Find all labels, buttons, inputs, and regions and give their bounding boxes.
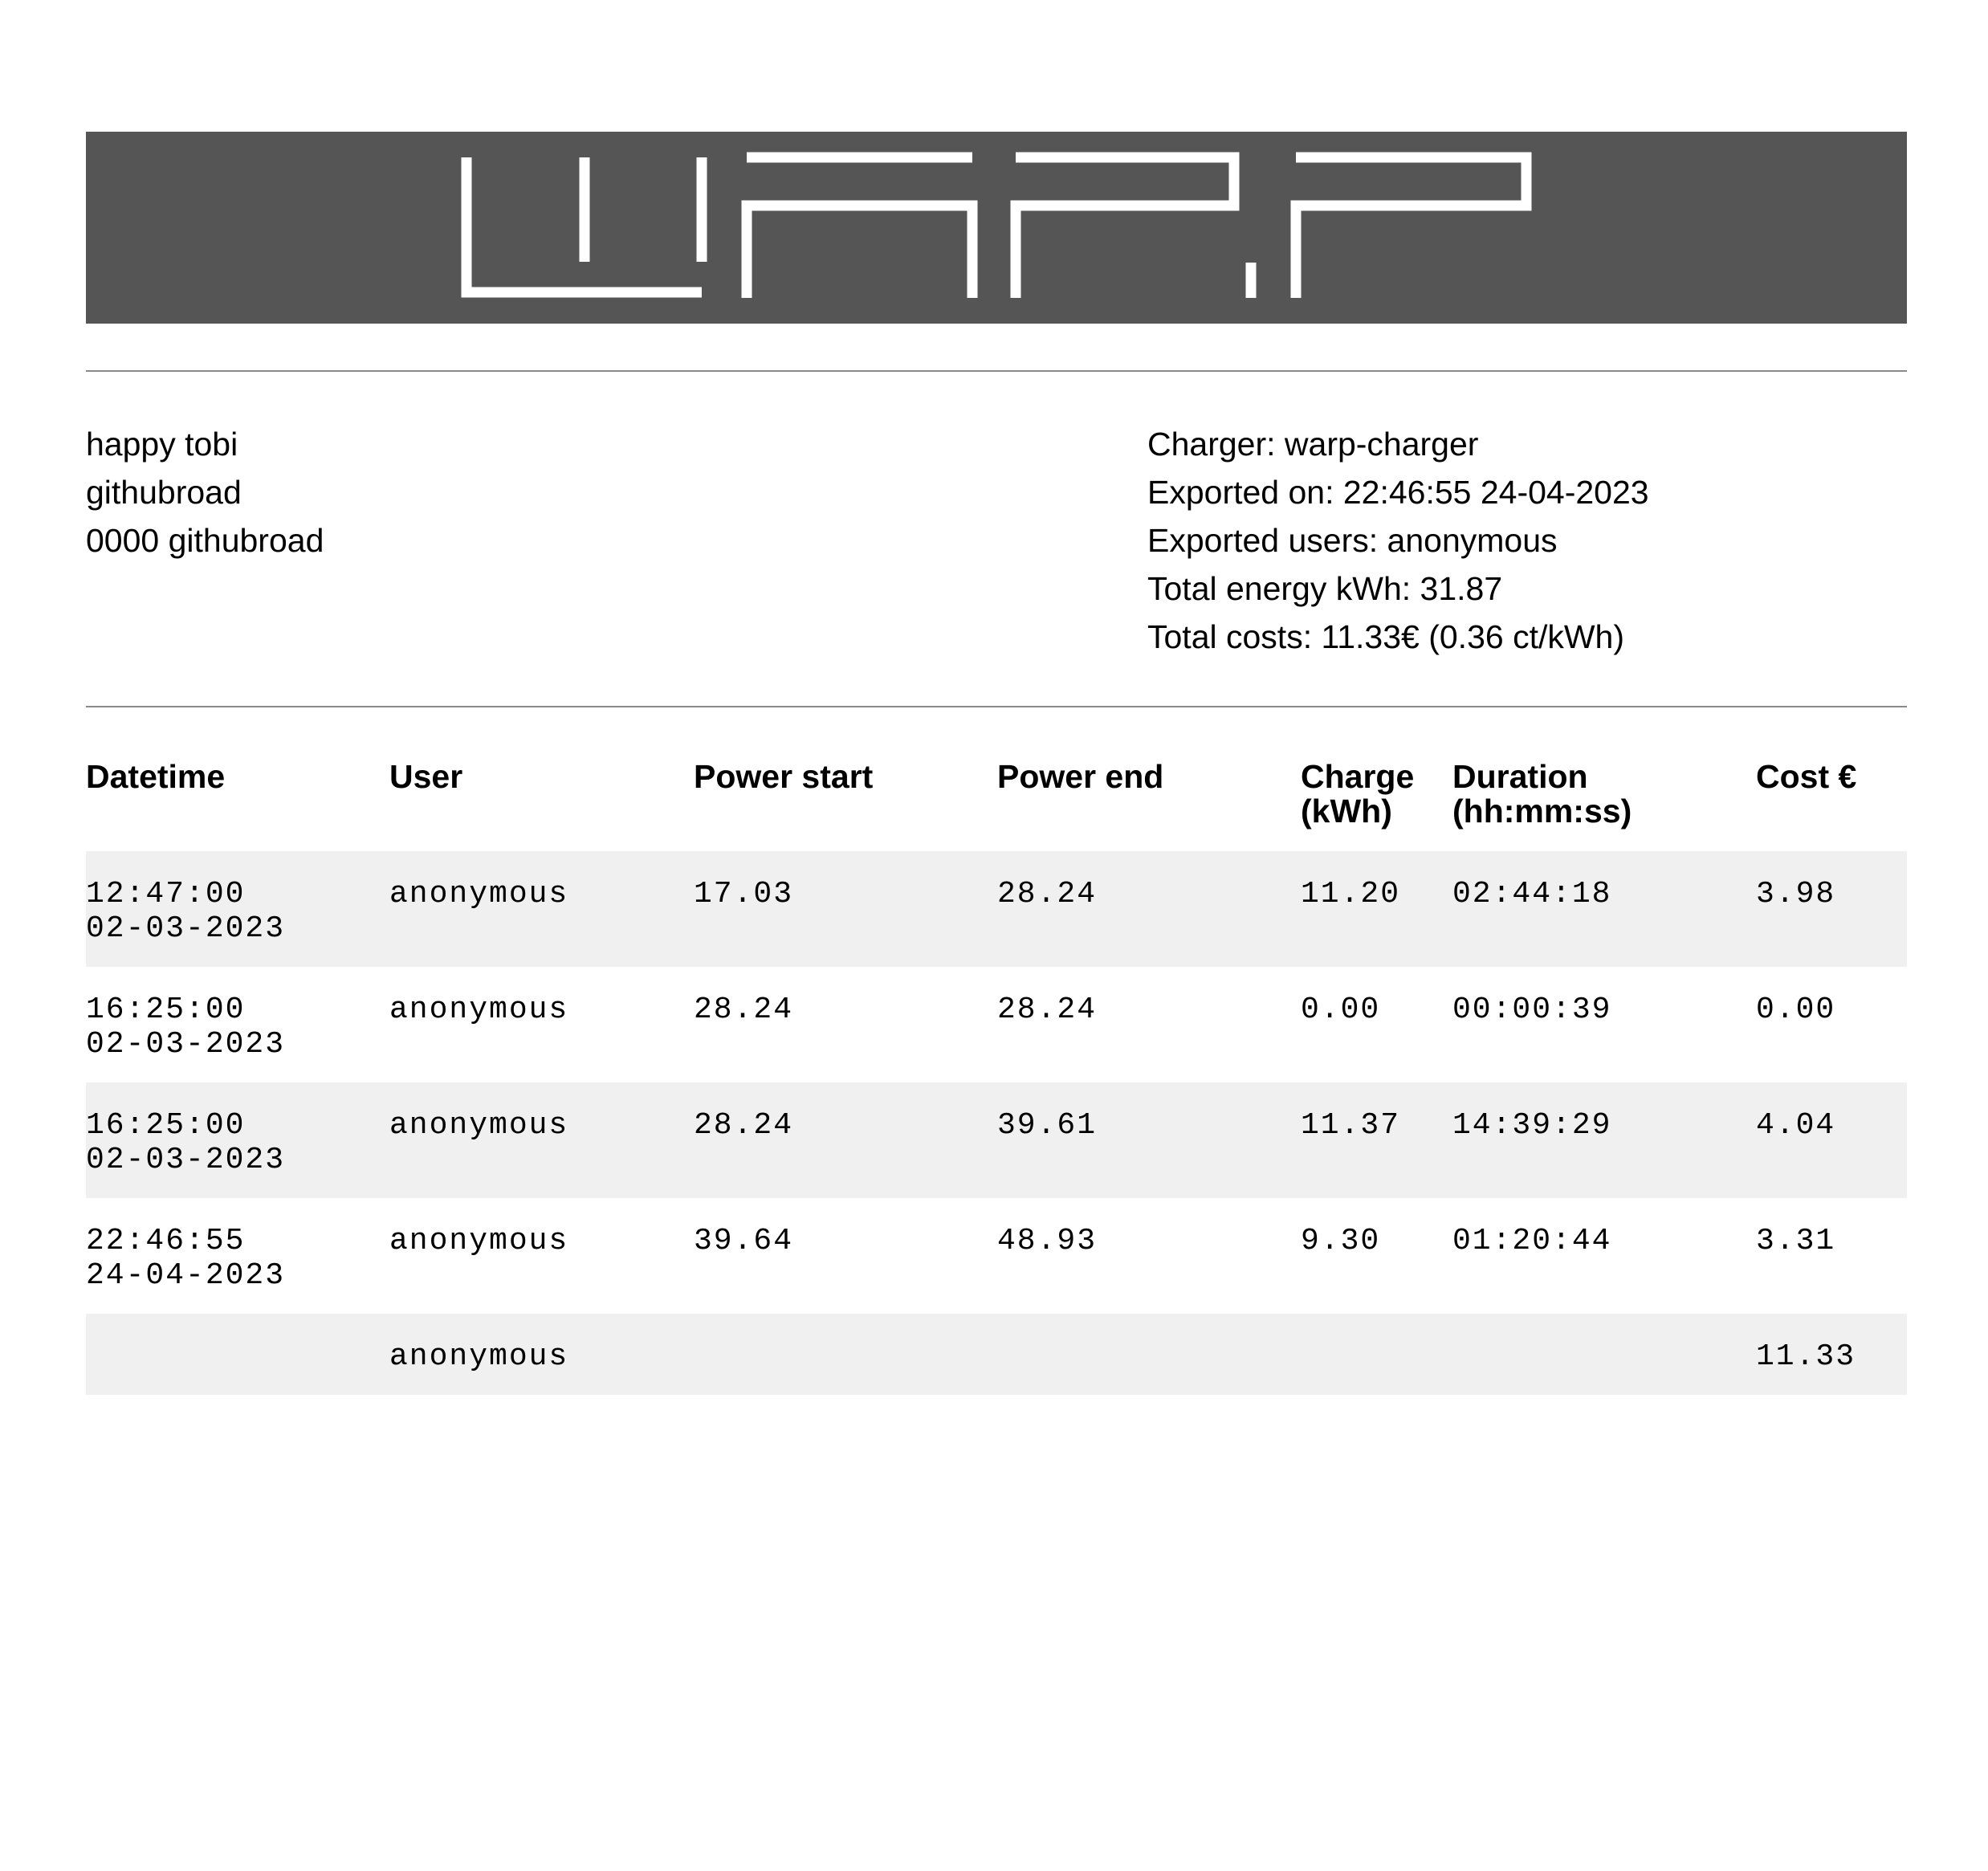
- table-row: 16:25:00 02-03-2023 anonymous 28.24 39.6…: [86, 1082, 1907, 1198]
- divider-top: [86, 370, 1907, 372]
- warp-logo: [461, 152, 1532, 298]
- header-power-end: Power end: [997, 758, 1164, 795]
- cell-power-start: 17.03: [694, 877, 794, 911]
- cell-date: 02-03-2023: [86, 1027, 286, 1062]
- header-cost: Cost €: [1756, 758, 1857, 795]
- address-block: happy tobi githubroad 0000 githubroad: [86, 420, 324, 565]
- cell-datetime: 12:47:00 02-03-2023: [86, 877, 285, 946]
- warp-logo-banner: [86, 132, 1907, 324]
- cell-power-end: 28.24: [997, 993, 1098, 1027]
- charge-log-table: Datetime User Power start Power end Char…: [86, 755, 1907, 1395]
- cell-datetime: 16:25:00 02-03-2023: [86, 993, 285, 1062]
- cell-duration: 00:00:39: [1452, 993, 1612, 1027]
- cell-date: 02-03-2023: [86, 1143, 286, 1177]
- table-total-row: anonymous 11.33: [86, 1314, 1907, 1395]
- header-power-start: Power start: [694, 758, 874, 795]
- cell-power-end: 28.24: [997, 877, 1098, 911]
- cell-power-start: 39.64: [694, 1224, 794, 1258]
- table-row: 22:46:55 24-04-2023 anonymous 39.64 48.9…: [86, 1198, 1907, 1314]
- cell-user: anonymous: [389, 993, 569, 1027]
- cell-user: anonymous: [389, 877, 569, 911]
- cell-user: anonymous: [389, 1108, 569, 1143]
- cell-power-end: 48.93: [997, 1224, 1098, 1258]
- cell-date: 24-04-2023: [86, 1258, 286, 1293]
- cell-duration: 01:20:44: [1452, 1224, 1612, 1258]
- table-row: 16:25:00 02-03-2023 anonymous 28.24 28.2…: [86, 967, 1907, 1082]
- cell-charge: 11.37: [1301, 1108, 1401, 1143]
- cell-charge: 11.20: [1301, 877, 1401, 911]
- cell-datetime: 22:46:55 24-04-2023: [86, 1224, 285, 1293]
- table-row: 12:47:00 02-03-2023 anonymous 17.03 28.2…: [86, 851, 1907, 967]
- export-summary: Charger: warp-charger Exported on: 22:46…: [1147, 420, 1649, 661]
- cell-time: 12:47:00: [86, 877, 246, 911]
- header-user: User: [389, 758, 463, 795]
- cell-cost: 4.04: [1756, 1108, 1836, 1143]
- charger-name: Charger: warp-charger: [1147, 426, 1479, 463]
- cell-duration: 02:44:18: [1452, 877, 1612, 911]
- exported-on: Exported on: 22:46:55 24-04-2023: [1147, 474, 1649, 511]
- cell-power-end: 39.61: [997, 1108, 1098, 1143]
- cell-charge: 0.00: [1301, 993, 1381, 1027]
- total-energy: Total energy kWh: 31.87: [1147, 570, 1503, 607]
- total-user: anonymous: [389, 1339, 569, 1374]
- cell-cost: 0.00: [1756, 993, 1836, 1027]
- address-name: happy tobi: [86, 426, 238, 463]
- address-street: githubroad: [86, 474, 242, 511]
- cell-time: 16:25:00: [86, 1108, 246, 1143]
- report-page: happy tobi githubroad 0000 githubroad Ch…: [0, 0, 1988, 1871]
- cell-power-start: 28.24: [694, 993, 794, 1027]
- cell-power-start: 28.24: [694, 1108, 794, 1143]
- total-cost: 11.33: [1756, 1339, 1856, 1374]
- header-datetime: Datetime: [86, 758, 226, 795]
- total-costs: Total costs: 11.33€ (0.36 ct/kWh): [1147, 618, 1624, 655]
- exported-users: Exported users: anonymous: [1147, 522, 1558, 559]
- cell-charge: 9.30: [1301, 1224, 1381, 1258]
- cell-datetime: 16:25:00 02-03-2023: [86, 1108, 285, 1177]
- cell-cost: 3.31: [1756, 1224, 1836, 1258]
- cell-time: 22:46:55: [86, 1224, 246, 1258]
- table-header: Datetime User Power start Power end Char…: [86, 755, 1907, 851]
- cell-time: 16:25:00: [86, 993, 246, 1027]
- header-duration: Duration (hh:mm:ss): [1452, 758, 1632, 830]
- cell-cost: 3.98: [1756, 877, 1836, 911]
- cell-user: anonymous: [389, 1224, 569, 1258]
- cell-date: 02-03-2023: [86, 911, 286, 946]
- address-city: 0000 githubroad: [86, 522, 324, 559]
- header-charge: Charge (kWh): [1301, 758, 1415, 830]
- cell-duration: 14:39:29: [1452, 1108, 1612, 1143]
- divider-middle: [86, 706, 1907, 707]
